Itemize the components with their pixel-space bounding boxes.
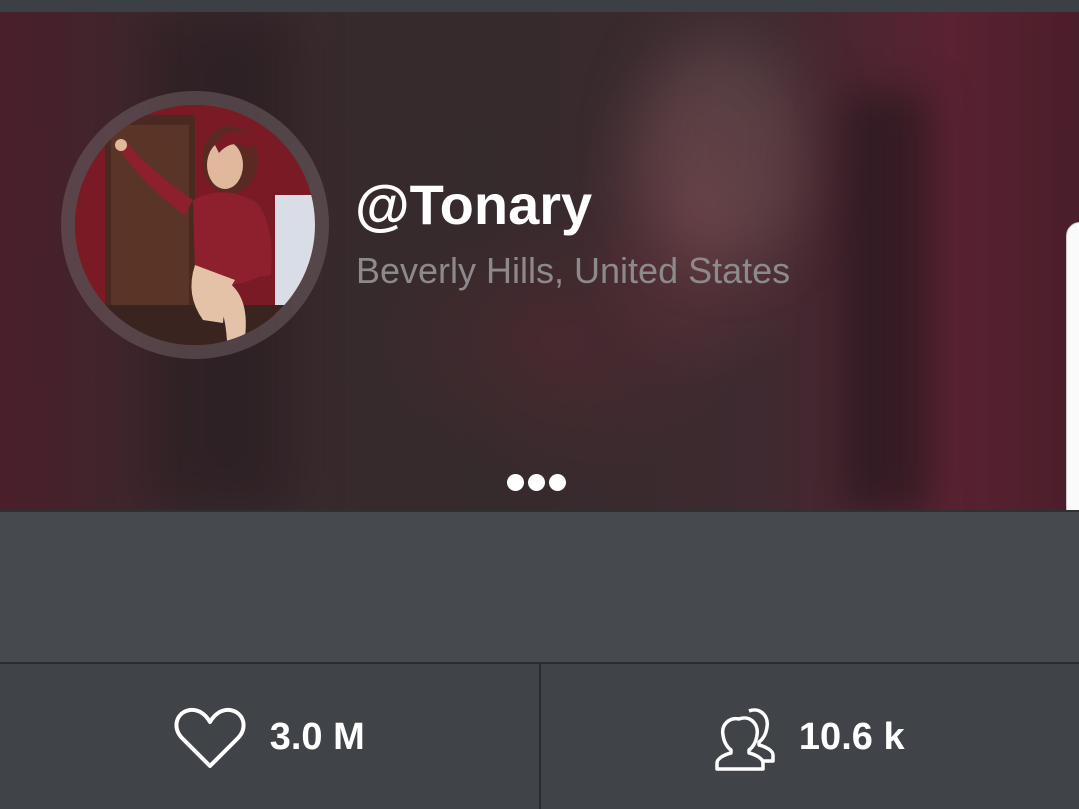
stats-bar: 3.0 M 10.6 k bbox=[0, 662, 1079, 809]
profile-username: @Tonary bbox=[355, 173, 593, 236]
pagination-dot-2[interactable] bbox=[528, 474, 545, 491]
top-divider-strip bbox=[0, 0, 1079, 12]
profile-location: Beverly Hills, United States bbox=[356, 250, 791, 291]
pagination-dot-3[interactable] bbox=[549, 474, 566, 491]
followers-count: 10.6 k bbox=[798, 716, 905, 758]
banner-pagination-dots[interactable] bbox=[507, 474, 577, 494]
followers-stat[interactable]: 10.6 k bbox=[541, 664, 1079, 809]
likes-count: 3.0 M bbox=[269, 716, 365, 758]
profile-banner[interactable]: @Tonary Beverly Hills, United States bbox=[0, 12, 1079, 510]
heart-icon bbox=[174, 706, 246, 770]
profile-info-panel bbox=[0, 510, 1079, 664]
users-icon bbox=[715, 705, 775, 771]
avatar[interactable] bbox=[75, 105, 315, 345]
likes-stat[interactable]: 3.0 M bbox=[0, 664, 541, 809]
profile-screen: @Tonary Beverly Hills, United States 3.0… bbox=[0, 0, 1079, 809]
pagination-dot-1[interactable] bbox=[507, 474, 524, 491]
banner-background-highlight bbox=[640, 32, 810, 262]
profile-photo bbox=[75, 105, 315, 345]
banner-background-shadow bbox=[840, 92, 930, 510]
